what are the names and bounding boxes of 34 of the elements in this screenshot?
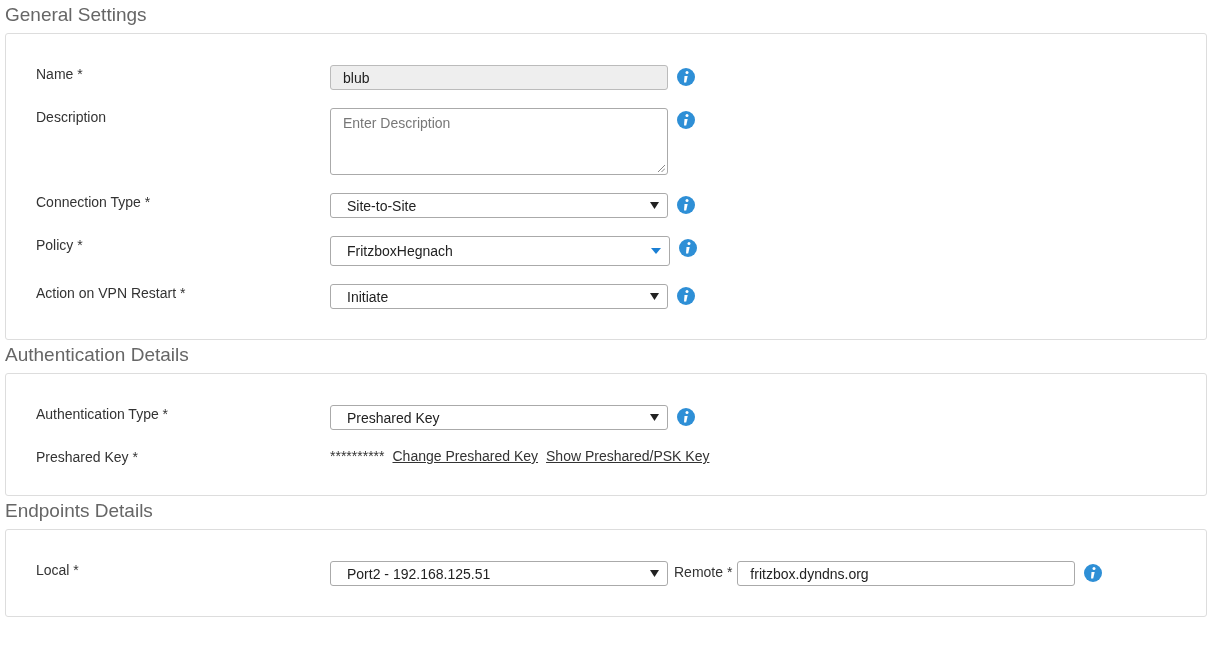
field-label: Policy * (36, 236, 84, 253)
field-label: Preshared Key * (36, 448, 139, 465)
caret-icon (650, 570, 659, 577)
info-icon[interactable] (1084, 564, 1103, 582)
field-label: Description (36, 108, 108, 125)
caret-icon (650, 202, 659, 209)
remote-field[interactable]: fritzbox.dyndns.org (737, 561, 1076, 586)
caret-icon (651, 248, 661, 254)
field-label: Remote * (674, 563, 733, 580)
field-label: Connection Type * (36, 193, 152, 210)
description-field[interactable]: Enter Description (330, 108, 668, 175)
info-icon[interactable] (677, 287, 695, 305)
dropdown[interactable]: Initiate (330, 284, 668, 309)
dropdown[interactable]: Preshared Key (330, 405, 668, 430)
info-icon[interactable] (677, 408, 695, 426)
caret-icon (650, 414, 659, 421)
field-label: Name * (36, 65, 84, 82)
info-icon[interactable] (677, 111, 695, 129)
section-title: Authentication Details (5, 344, 190, 367)
field-label: Authentication Type * (36, 405, 170, 422)
resize-grip-icon (658, 165, 665, 172)
link[interactable]: Show Preshared/PSK Key (546, 448, 710, 464)
field-label: Local * (36, 561, 80, 578)
dropdown[interactable]: Port2 - 192.168.125.51 (330, 561, 668, 586)
masked-key: ********** (330, 448, 385, 464)
caret-icon (650, 293, 659, 300)
dropdown[interactable]: FritzboxHegnach (330, 236, 670, 266)
section-title: General Settings (5, 4, 148, 27)
info-icon[interactable] (677, 196, 695, 214)
info-icon[interactable] (679, 239, 697, 257)
link[interactable]: Change Preshared Key (392, 448, 539, 464)
field-label: Action on VPN Restart * (36, 284, 187, 301)
section-title: Endpoints Details (5, 500, 154, 523)
dropdown[interactable]: Site-to-Site (330, 193, 668, 218)
